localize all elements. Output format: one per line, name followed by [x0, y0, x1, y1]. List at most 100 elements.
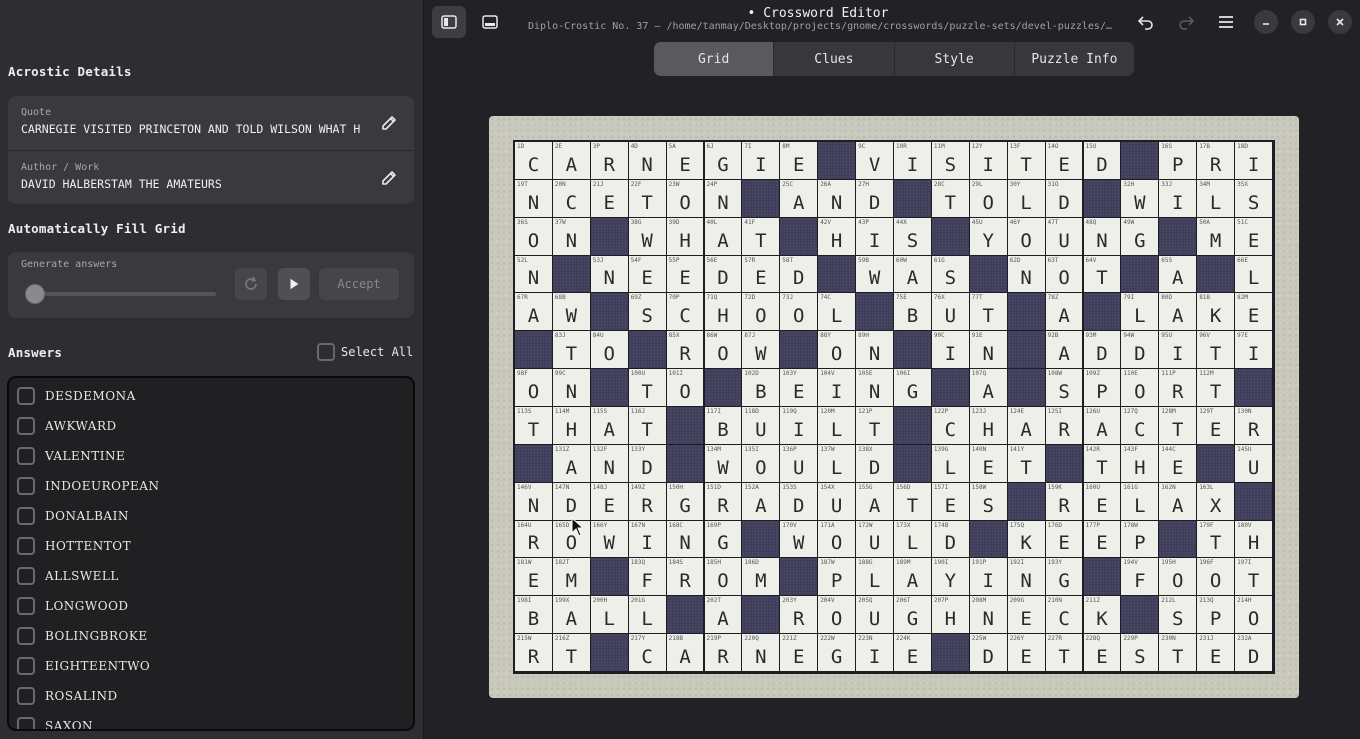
- play-button[interactable]: [278, 268, 310, 300]
- redo-button[interactable]: [1169, 6, 1203, 38]
- grid-cell[interactable]: 216Z T: [552, 634, 590, 671]
- grid-cell[interactable]: 104V I: [818, 369, 856, 406]
- grid-cell[interactable]: 133Y D: [628, 444, 666, 482]
- grid-cell[interactable]: 211Z K: [1083, 596, 1121, 634]
- grid-cell[interactable]: 203Y R: [780, 596, 818, 634]
- grid-cell[interactable]: 41F T: [742, 217, 780, 255]
- grid-cell[interactable]: 162N A: [1159, 482, 1197, 520]
- grid-cell[interactable]: 4D N: [628, 142, 666, 179]
- grid-cell[interactable]: 38G W: [628, 217, 666, 255]
- grid-cell[interactable]: 212L S: [1159, 596, 1197, 634]
- grid-cell[interactable]: 69Z S: [628, 293, 666, 331]
- grid-cell[interactable]: 39D H: [666, 217, 704, 255]
- grid-cell[interactable]: 8M E: [780, 142, 818, 179]
- generate-slider-track[interactable]: [26, 292, 216, 296]
- grid-cell[interactable]: 32H W: [1121, 179, 1159, 217]
- grid-cell[interactable]: 226Y E: [1007, 634, 1045, 671]
- grid-cell[interactable]: 207P H: [931, 596, 969, 634]
- grid-cell[interactable]: 21J E: [590, 179, 628, 217]
- grid-cell[interactable]: 220Q N: [742, 634, 780, 671]
- grid-cell[interactable]: 78Z A: [1045, 293, 1083, 331]
- grid-cell[interactable]: 154X U: [818, 482, 856, 520]
- grid-cell[interactable]: 132F N: [590, 444, 628, 482]
- grid-cell[interactable]: 24P N: [704, 179, 742, 217]
- grid-cell[interactable]: 202T A: [704, 596, 742, 634]
- grid-cell[interactable]: 164U R: [515, 520, 552, 558]
- answer-checkbox[interactable]: [17, 447, 35, 465]
- grid-cell[interactable]: 186D M: [742, 558, 780, 596]
- grid-cell[interactable]: 149Z R: [628, 482, 666, 520]
- grid-block[interactable]: [1197, 255, 1235, 293]
- grid-cell[interactable]: 179F T: [1197, 520, 1235, 558]
- grid-cell[interactable]: 191P I: [969, 558, 1007, 596]
- grid-block[interactable]: [1083, 179, 1121, 217]
- grid-cell[interactable]: 139G L: [931, 444, 969, 482]
- grid-cell[interactable]: 195H O: [1159, 558, 1197, 596]
- grid-cell[interactable]: 117I B: [704, 407, 742, 444]
- grid-cell[interactable]: 58T D: [780, 255, 818, 293]
- grid-cell[interactable]: 176D E: [1045, 520, 1083, 558]
- grid-cell[interactable]: 52L N: [515, 255, 552, 293]
- grid-cell[interactable]: 85X R: [666, 331, 704, 369]
- author-row[interactable]: Author / Work DAVID HALBERSTAM THE AMATE…: [8, 150, 414, 204]
- grid-cell[interactable]: 101I O: [666, 369, 704, 406]
- grid-cell[interactable]: 192I N: [1007, 558, 1045, 596]
- answer-item[interactable]: Bolingbroke: [17, 621, 148, 651]
- grid-cell[interactable]: 227R T: [1045, 634, 1083, 671]
- grid-cell[interactable]: 209G E: [1007, 596, 1045, 634]
- grid-cell[interactable]: 82M E: [1235, 293, 1272, 331]
- grid-cell[interactable]: 198I B: [515, 596, 552, 634]
- close-button[interactable]: [1328, 10, 1352, 34]
- answer-item[interactable]: Donalbain: [17, 501, 129, 531]
- grid-cell[interactable]: 50A M: [1197, 217, 1235, 255]
- grid-cell[interactable]: 161G L: [1121, 482, 1159, 520]
- grid-cell[interactable]: 60W A: [894, 255, 931, 293]
- grid-cell[interactable]: 83J T: [552, 331, 590, 369]
- grid-cell[interactable]: 47T U: [1045, 217, 1083, 255]
- grid-cell[interactable]: 137W L: [818, 444, 856, 482]
- answer-checkbox[interactable]: [17, 567, 35, 585]
- grid-block[interactable]: [742, 520, 780, 558]
- grid-cell[interactable]: 118D U: [742, 407, 780, 444]
- grid-block[interactable]: [704, 369, 742, 406]
- grid-cell[interactable]: 59B W: [856, 255, 893, 293]
- grid-cell[interactable]: 204V O: [818, 596, 856, 634]
- grid-cell[interactable]: 123J H: [969, 407, 1007, 444]
- grid-cell[interactable]: 148J E: [590, 482, 628, 520]
- grid-block[interactable]: [1007, 369, 1045, 406]
- grid-cell[interactable]: 75E B: [894, 293, 931, 331]
- grid-cell[interactable]: 1D C: [515, 142, 552, 179]
- grid-block[interactable]: [780, 217, 818, 255]
- grid-cell[interactable]: 55P E: [666, 255, 704, 293]
- grid-cell[interactable]: 40L A: [704, 217, 742, 255]
- grid-cell[interactable]: 73J O: [780, 293, 818, 331]
- grid-cell[interactable]: 221Z E: [780, 634, 818, 671]
- minimize-button[interactable]: [1254, 10, 1278, 34]
- grid-block[interactable]: [590, 558, 628, 596]
- grid-cell[interactable]: 27H D: [856, 179, 893, 217]
- grid-cell[interactable]: 177P E: [1083, 520, 1121, 558]
- edit-author-button[interactable]: [378, 167, 400, 189]
- grid-cell[interactable]: 136P U: [780, 444, 818, 482]
- grid-cell[interactable]: 174B D: [931, 520, 969, 558]
- grid-cell[interactable]: 213Q P: [1197, 596, 1235, 634]
- grid-cell[interactable]: 49W G: [1121, 217, 1159, 255]
- grid-cell[interactable]: 208M N: [969, 596, 1007, 634]
- tab-style[interactable]: Style: [895, 42, 1015, 76]
- grid-cell[interactable]: 181W E: [515, 558, 552, 596]
- grid-block[interactable]: [931, 217, 969, 255]
- grid-cell[interactable]: 80D A: [1159, 293, 1197, 331]
- grid-block[interactable]: [742, 596, 780, 634]
- grid-cell[interactable]: 62D N: [1007, 255, 1045, 293]
- grid-cell[interactable]: 65S A: [1159, 255, 1197, 293]
- grid-cell[interactable]: 23W O: [666, 179, 704, 217]
- grid-cell[interactable]: 51C E: [1235, 217, 1272, 255]
- grid-cell[interactable]: 115S A: [590, 407, 628, 444]
- grid-cell[interactable]: 89H N: [856, 331, 893, 369]
- answers-list[interactable]: Desdemona Awkward Valentine Indoeuropean Don…: [7, 376, 415, 731]
- grid-cell[interactable]: 86W O: [704, 331, 742, 369]
- grid-cell[interactable]: 42V H: [818, 217, 856, 255]
- grid-block[interactable]: [894, 444, 931, 482]
- grid-cell[interactable]: 131Z A: [552, 444, 590, 482]
- answer-item[interactable]: Indoeuropean: [17, 471, 159, 501]
